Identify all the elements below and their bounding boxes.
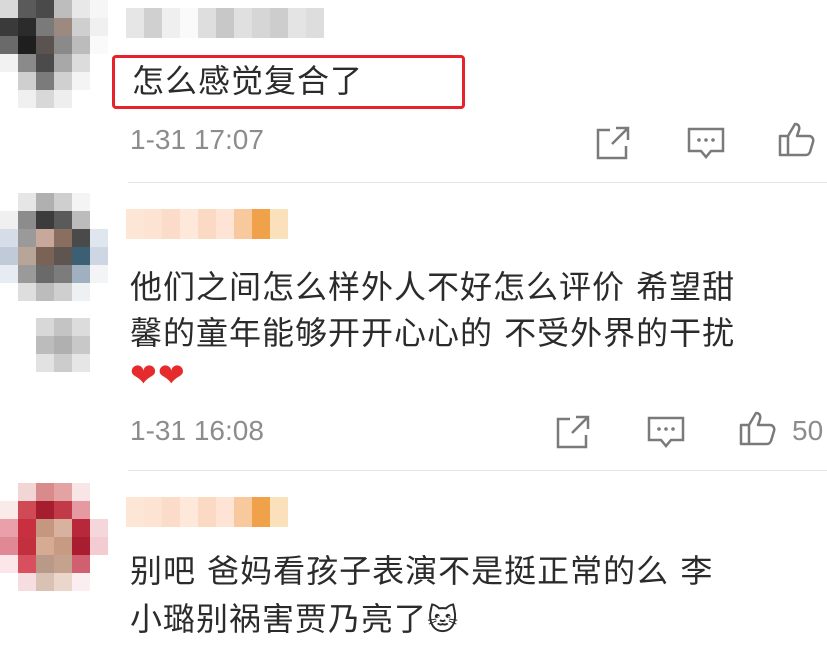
username[interactable]: [126, 497, 288, 527]
avatar[interactable]: [0, 483, 108, 591]
comment-icon[interactable]: [646, 413, 686, 451]
comment-item-1: 怎么感觉复合了 1-31 17:07: [0, 0, 827, 183]
comment-text-line-1: 别吧 爸妈看孩子表演不是挺正常的么 李: [130, 552, 714, 590]
like-icon[interactable]: [738, 409, 778, 447]
comment-time: 1-31 16:08: [130, 415, 264, 446]
share-icon[interactable]: [554, 413, 594, 451]
username[interactable]: [126, 209, 288, 239]
cat-emoji: 🐱: [427, 603, 460, 638]
badge-avatar: [36, 318, 90, 372]
comment-text-line-2-content: 小璐别祸害贾乃亮了: [130, 600, 428, 638]
avatar[interactable]: [0, 193, 108, 301]
comment-item-3: 别吧 爸妈看孩子表演不是挺正常的么 李 小璐别祸害贾乃亮了🐱: [0, 471, 827, 659]
heart-emoji: ❤❤: [130, 356, 186, 394]
comment-text-line-1: 他们之间怎么样外人不好怎么评价 希望甜: [130, 268, 736, 306]
comment-text: 怎么感觉复合了: [132, 62, 364, 100]
share-icon[interactable]: [594, 124, 634, 162]
comment-text-line-2: 馨的童年能够开开心心的 不受外界的干扰: [130, 314, 736, 352]
like-icon[interactable]: [777, 120, 817, 158]
comment-time: 1-31 17:07: [130, 124, 264, 155]
like-count: 50: [792, 415, 824, 446]
comment-text-line-2: 小璐别祸害贾乃亮了🐱: [130, 593, 459, 647]
comment-icon[interactable]: [686, 124, 726, 162]
username[interactable]: [126, 8, 324, 38]
comment-item-2: 他们之间怎么样外人不好怎么评价 希望甜 馨的童年能够开开心心的 不受外界的干扰 …: [0, 183, 827, 471]
avatar[interactable]: [0, 0, 108, 108]
